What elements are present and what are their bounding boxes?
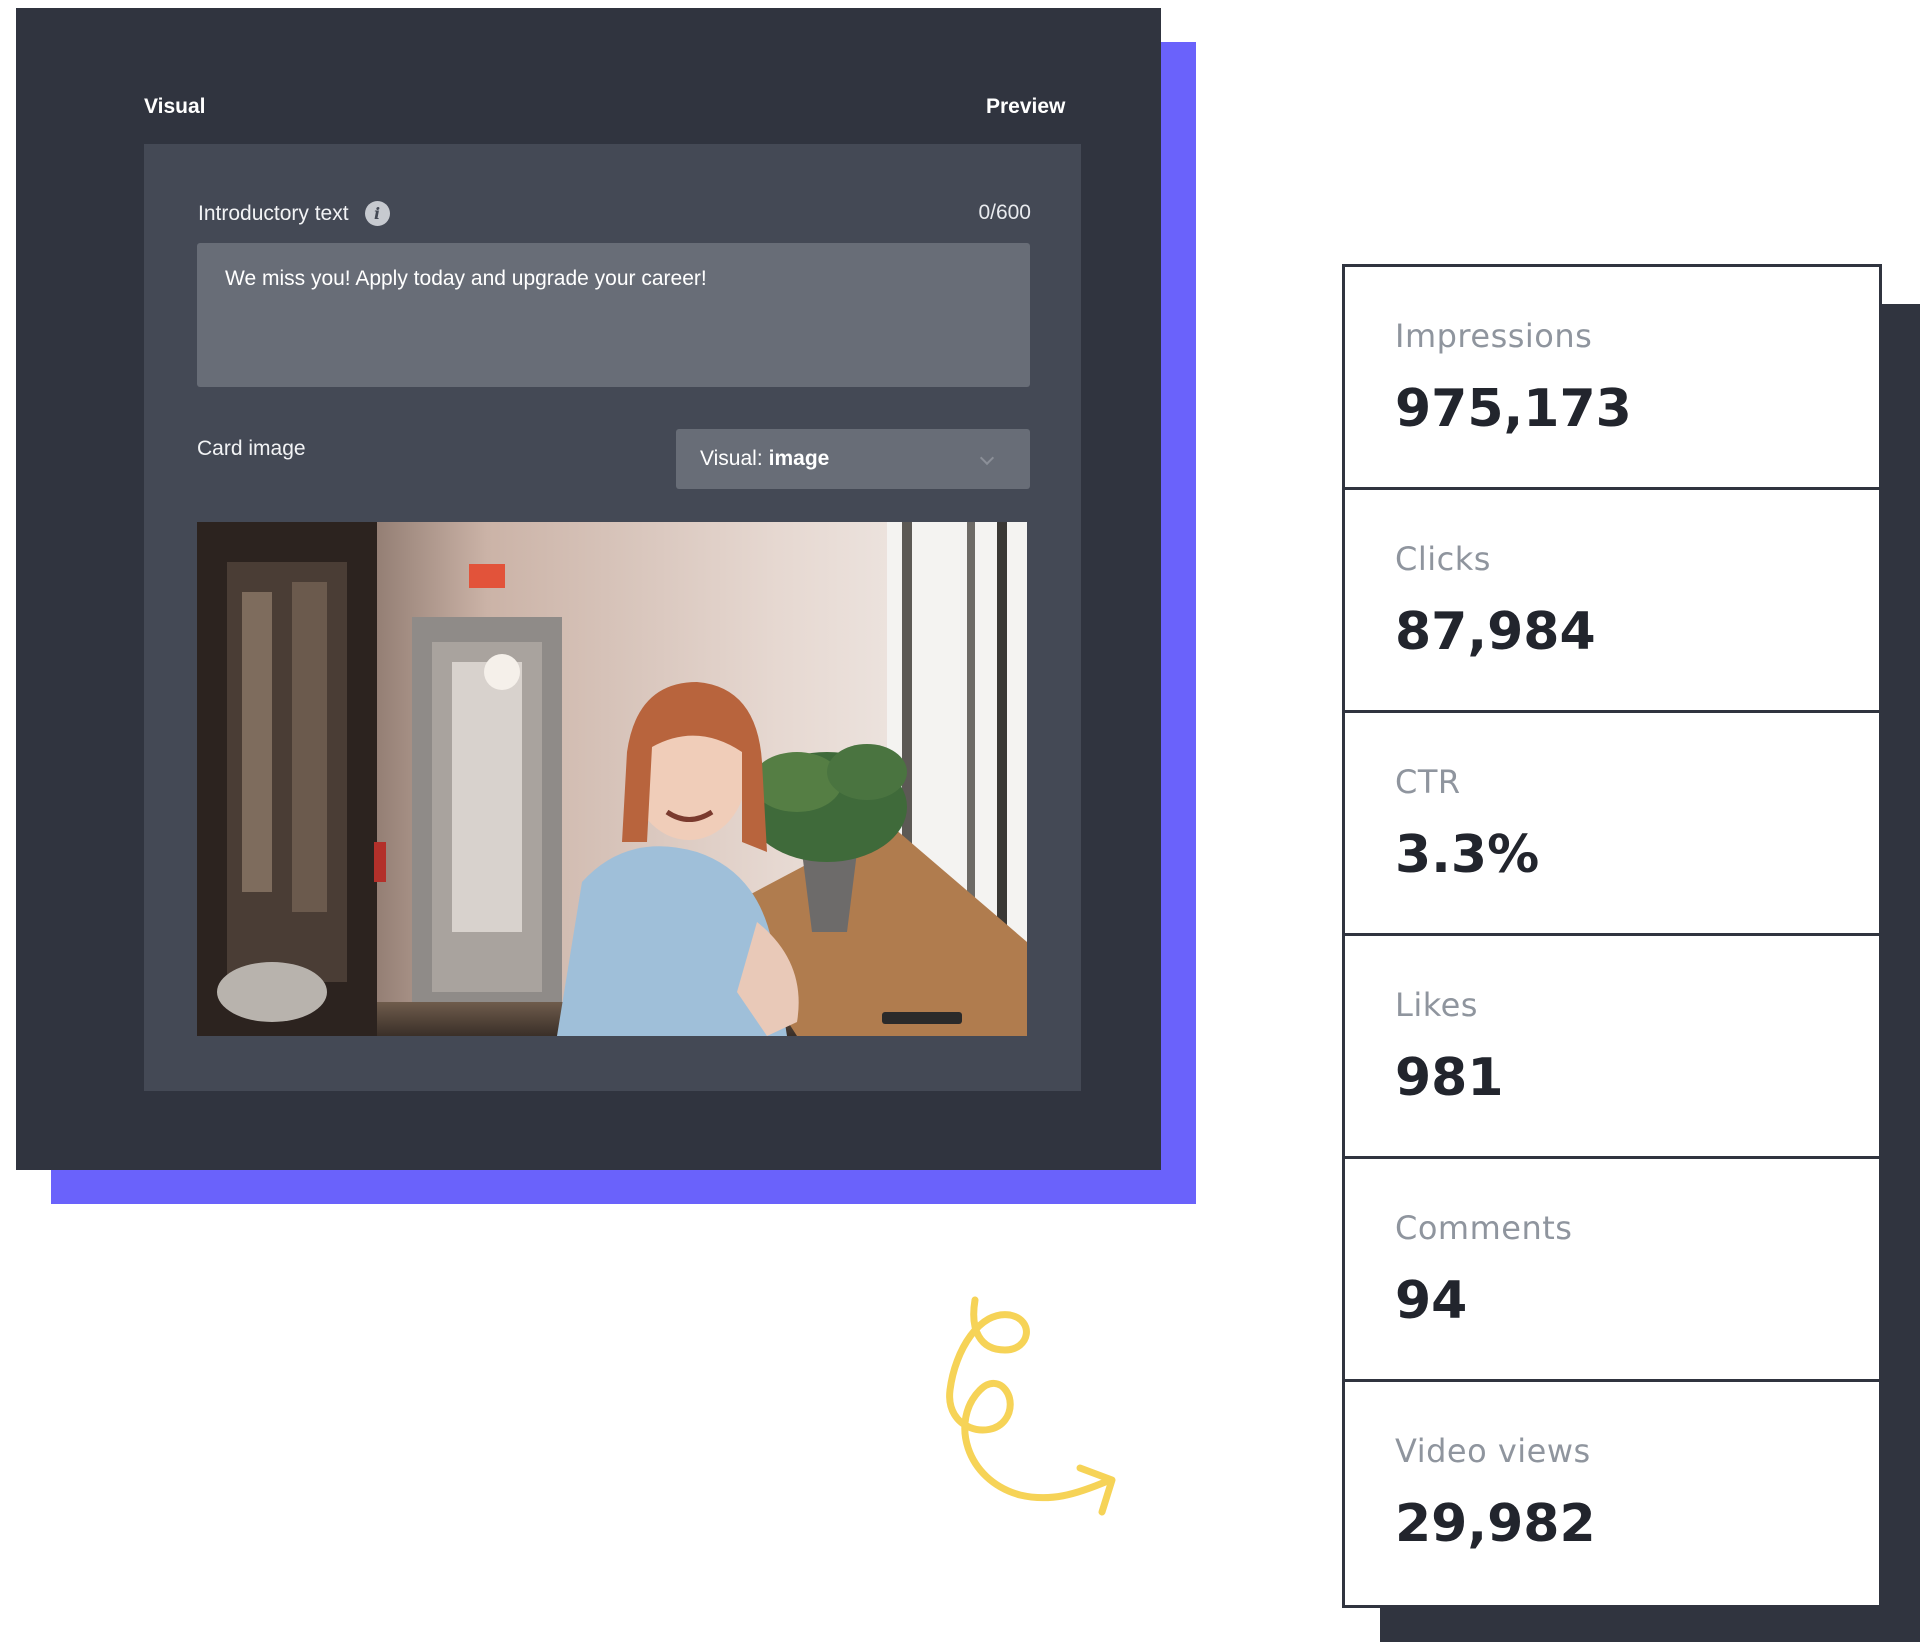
metric-video-views: Video views 29,982 xyxy=(1345,1382,1879,1606)
info-icon[interactable]: i xyxy=(364,201,390,226)
intro-text-label: Introductory text xyxy=(198,201,349,225)
metric-label: Likes xyxy=(1395,986,1478,1024)
metric-value: 29,982 xyxy=(1395,1494,1596,1554)
metric-label: Video views xyxy=(1395,1432,1591,1470)
metric-label: Clicks xyxy=(1395,540,1491,578)
metrics-card: Impressions 975,173 Clicks 87,984 CTR 3.… xyxy=(1342,264,1882,1608)
squiggle-arrow-icon xyxy=(946,1296,1116,1516)
metric-ctr: CTR 3.3% xyxy=(1345,713,1879,936)
intro-text-value: We miss you! Apply today and upgrade you… xyxy=(225,267,707,290)
tab-visual[interactable]: Visual xyxy=(144,95,205,119)
metric-impressions: Impressions 975,173 xyxy=(1345,267,1879,490)
metric-value: 94 xyxy=(1395,1271,1468,1331)
visual-type-select[interactable]: Visual: image xyxy=(676,429,1030,489)
metric-value: 981 xyxy=(1395,1048,1504,1108)
metric-label: CTR xyxy=(1395,763,1461,801)
metric-label: Comments xyxy=(1395,1209,1573,1247)
metric-value: 87,984 xyxy=(1395,602,1596,662)
intro-text-input[interactable]: We miss you! Apply today and upgrade you… xyxy=(197,243,1030,387)
character-counter: 0/600 xyxy=(978,201,1031,224)
metric-value: 3.3% xyxy=(1395,825,1540,885)
ad-form: Introductory text i 0/600 We miss you! A… xyxy=(144,144,1081,1091)
editor-panel: Visual Preview Introductory text i 0/600… xyxy=(16,8,1161,1170)
metric-likes: Likes 981 xyxy=(1345,936,1879,1159)
intro-text-label-row: Introductory text i xyxy=(198,201,390,226)
metric-comments: Comments 94 xyxy=(1345,1159,1879,1382)
select-prefix: Visual: xyxy=(700,447,763,470)
select-value: image xyxy=(768,447,830,470)
card-image-label: Card image xyxy=(197,437,306,460)
card-image-photo xyxy=(197,522,1027,1036)
metric-clicks: Clicks 87,984 xyxy=(1345,490,1879,713)
chevron-down-icon xyxy=(979,450,995,466)
metric-label: Impressions xyxy=(1395,317,1593,355)
tab-preview[interactable]: Preview xyxy=(986,95,1065,119)
metric-value: 975,173 xyxy=(1395,379,1632,439)
